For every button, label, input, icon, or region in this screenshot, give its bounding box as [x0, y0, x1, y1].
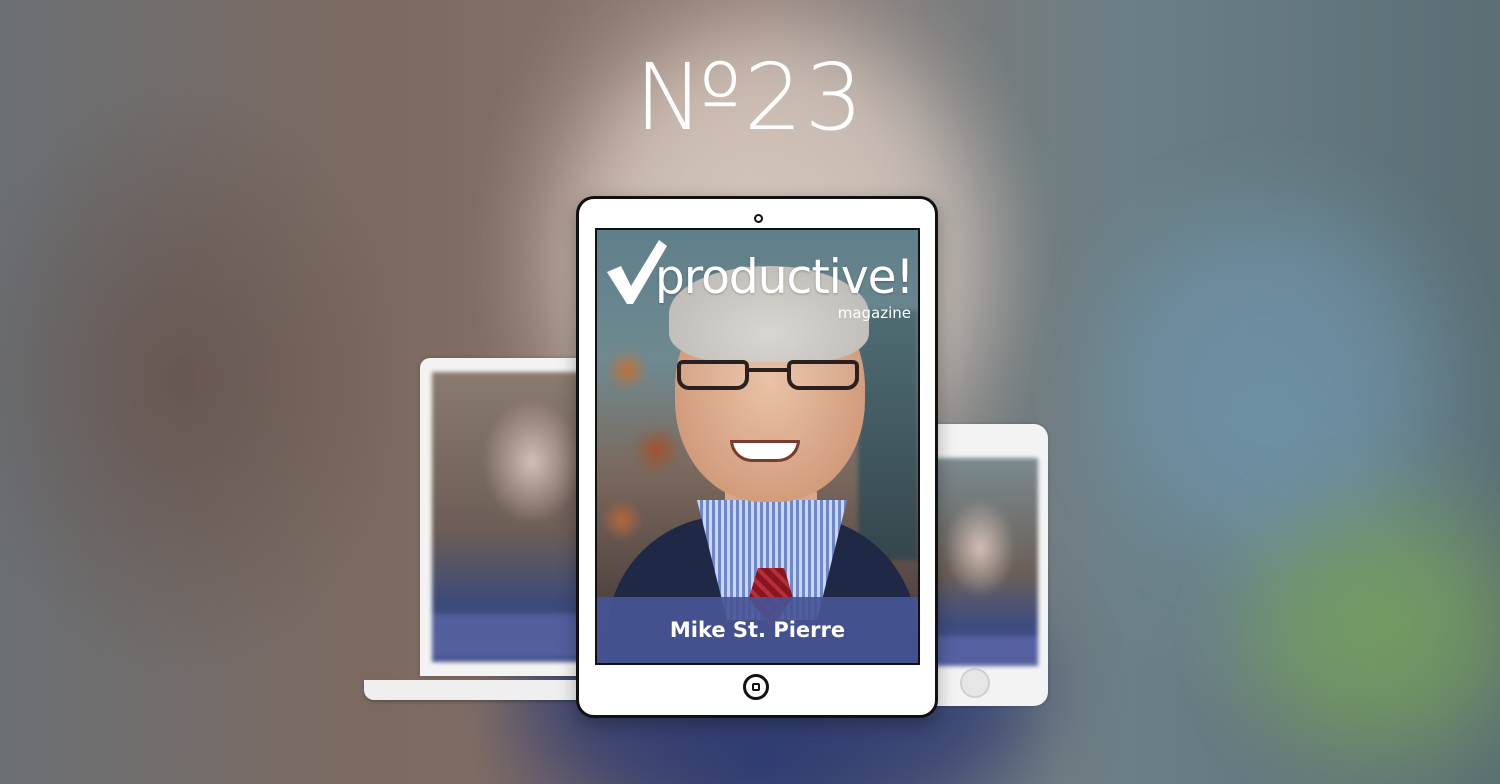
glasses-bridge [747, 368, 789, 372]
cover-person-name: Mike St. Pierre [669, 618, 846, 642]
background-blob [1120, 220, 1420, 540]
home-square-icon [752, 683, 760, 691]
laptop-lid [420, 358, 600, 676]
cover-name-band: Mike St. Pierre [597, 597, 918, 663]
phone-home-button [960, 668, 990, 698]
logo-subtitle: magazine [837, 304, 911, 322]
glasses-lens-left [677, 360, 749, 390]
camera-icon [754, 214, 763, 223]
logo-wordmark: productive! [655, 250, 914, 305]
background-blob [1260, 520, 1500, 740]
laptop-screen-band [432, 614, 600, 656]
laptop-screen [432, 372, 600, 662]
issue-number: №23 [634, 44, 866, 151]
tablet-device: productive! magazine Mike St. Pierre [576, 196, 938, 718]
glasses-lens-right [787, 360, 859, 390]
magazine-logo: productive! magazine [603, 234, 918, 324]
portrait-smile [730, 440, 800, 462]
phone-device [920, 424, 1048, 706]
magazine-cover[interactable]: productive! magazine Mike St. Pierre [595, 228, 920, 665]
tablet-home-button [743, 674, 769, 700]
glasses-icon [677, 360, 859, 396]
laptop-base [364, 680, 600, 700]
laptop-device [364, 358, 600, 702]
